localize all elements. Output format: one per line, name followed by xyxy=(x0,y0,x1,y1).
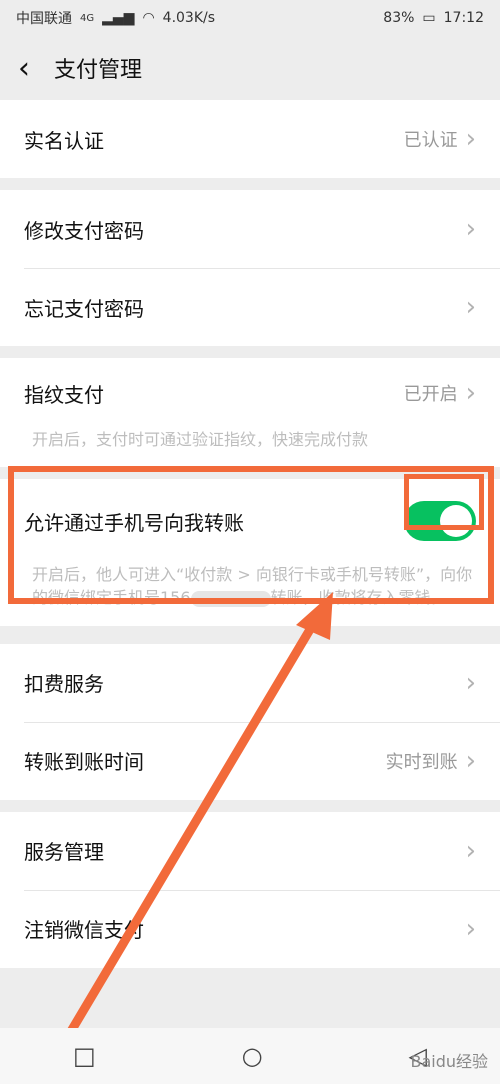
row-real-name[interactable]: 实名认证 已认证 › xyxy=(0,100,500,178)
row-value: 已开启 xyxy=(403,384,458,405)
row-value: 已认证 xyxy=(403,130,458,151)
group-phone-transfer: 允许通过手机号向我转账 开启后，他人可进入“收付款 > 向银行卡或手机号转账”，… xyxy=(0,479,500,626)
row-label: 服务管理 xyxy=(24,840,104,865)
row-label: 允许通过手机号向我转账 xyxy=(24,510,244,535)
row-label: 修改支付密码 xyxy=(24,218,144,243)
group-verification: 实名认证 已认证 › xyxy=(0,100,500,178)
battery-icon: ▭ xyxy=(422,10,436,26)
row-forgot-password[interactable]: 忘记支付密码 › xyxy=(0,268,500,346)
chevron-right-icon: › xyxy=(465,214,476,244)
back-icon[interactable]: ‹ xyxy=(18,51,46,86)
chevron-right-icon: › xyxy=(465,292,476,322)
row-label: 实名认证 xyxy=(24,128,104,153)
group-password: 修改支付密码 › 忘记支付密码 › xyxy=(0,190,500,346)
home-icon[interactable]: ○ xyxy=(242,1042,263,1070)
group-services: 扣费服务 › 转账到账时间 实时到账 › xyxy=(0,643,500,800)
row-label: 扣费服务 xyxy=(24,672,104,697)
page-title: 支付管理 xyxy=(54,58,143,83)
status-bar: 中国联通 4G ▂▄▆ ◠ 4.03K/s 83% ▭ 17:12 xyxy=(0,0,500,36)
row-label: 忘记支付密码 xyxy=(24,296,144,321)
row-transfer-time[interactable]: 转账到账时间 实时到账 › xyxy=(0,721,500,800)
recent-apps-icon[interactable]: □ xyxy=(73,1042,96,1070)
group-management: 服务管理 › 注销微信支付 › xyxy=(0,811,500,968)
group-fingerprint: 指纹支付 已开启 › 开启后，支付时可通过验证指纹，快速完成付款 xyxy=(0,358,500,468)
signal-icon: ▂▄▆ xyxy=(102,10,135,26)
chevron-right-icon: › xyxy=(465,378,476,408)
row-deduction-service[interactable]: 扣费服务 › xyxy=(0,644,500,722)
header: ‹ 支付管理 xyxy=(0,36,500,100)
battery-text: 83% xyxy=(383,10,415,26)
chevron-right-icon: › xyxy=(465,913,476,944)
network-text: 4G xyxy=(80,12,95,24)
row-fingerprint-pay[interactable]: 指纹支付 已开启 › xyxy=(0,358,500,428)
row-cancel-wechat-pay[interactable]: 注销微信支付 › xyxy=(0,889,500,968)
desc-suffix: 转账，收款将存入零钱。 xyxy=(270,588,447,608)
row-change-password[interactable]: 修改支付密码 › xyxy=(0,190,500,268)
chevron-right-icon: › xyxy=(465,835,476,866)
phone-transfer-toggle[interactable] xyxy=(404,501,476,542)
speed-text: 4.03K/s xyxy=(162,10,216,26)
row-description: 开启后，支付时可通过验证指纹，快速完成付款 xyxy=(32,430,369,449)
wifi-icon: ◠ xyxy=(142,10,155,26)
row-label: 转账到账时间 xyxy=(24,750,144,775)
blurred-phone xyxy=(190,590,271,607)
toggle-knob xyxy=(440,505,472,538)
row-value: 实时到账 xyxy=(385,751,458,773)
row-label: 指纹支付 xyxy=(24,382,104,407)
chevron-right-icon: › xyxy=(465,745,476,776)
watermark-text: Baidu经验 xyxy=(410,1052,488,1071)
chevron-right-icon: › xyxy=(465,667,476,698)
time-text: 17:12 xyxy=(443,10,484,26)
chevron-right-icon: › xyxy=(465,124,476,154)
row-phone-transfer: 允许通过手机号向我转账 xyxy=(0,479,500,563)
row-description: 开启后，他人可进入“收付款 > 向银行卡或手机号转账”，向你的微信绑定手机号15… xyxy=(0,563,500,625)
carrier-text: 中国联通 xyxy=(16,11,72,27)
row-service-management[interactable]: 服务管理 › xyxy=(0,812,500,890)
row-label: 注销微信支付 xyxy=(24,918,144,943)
